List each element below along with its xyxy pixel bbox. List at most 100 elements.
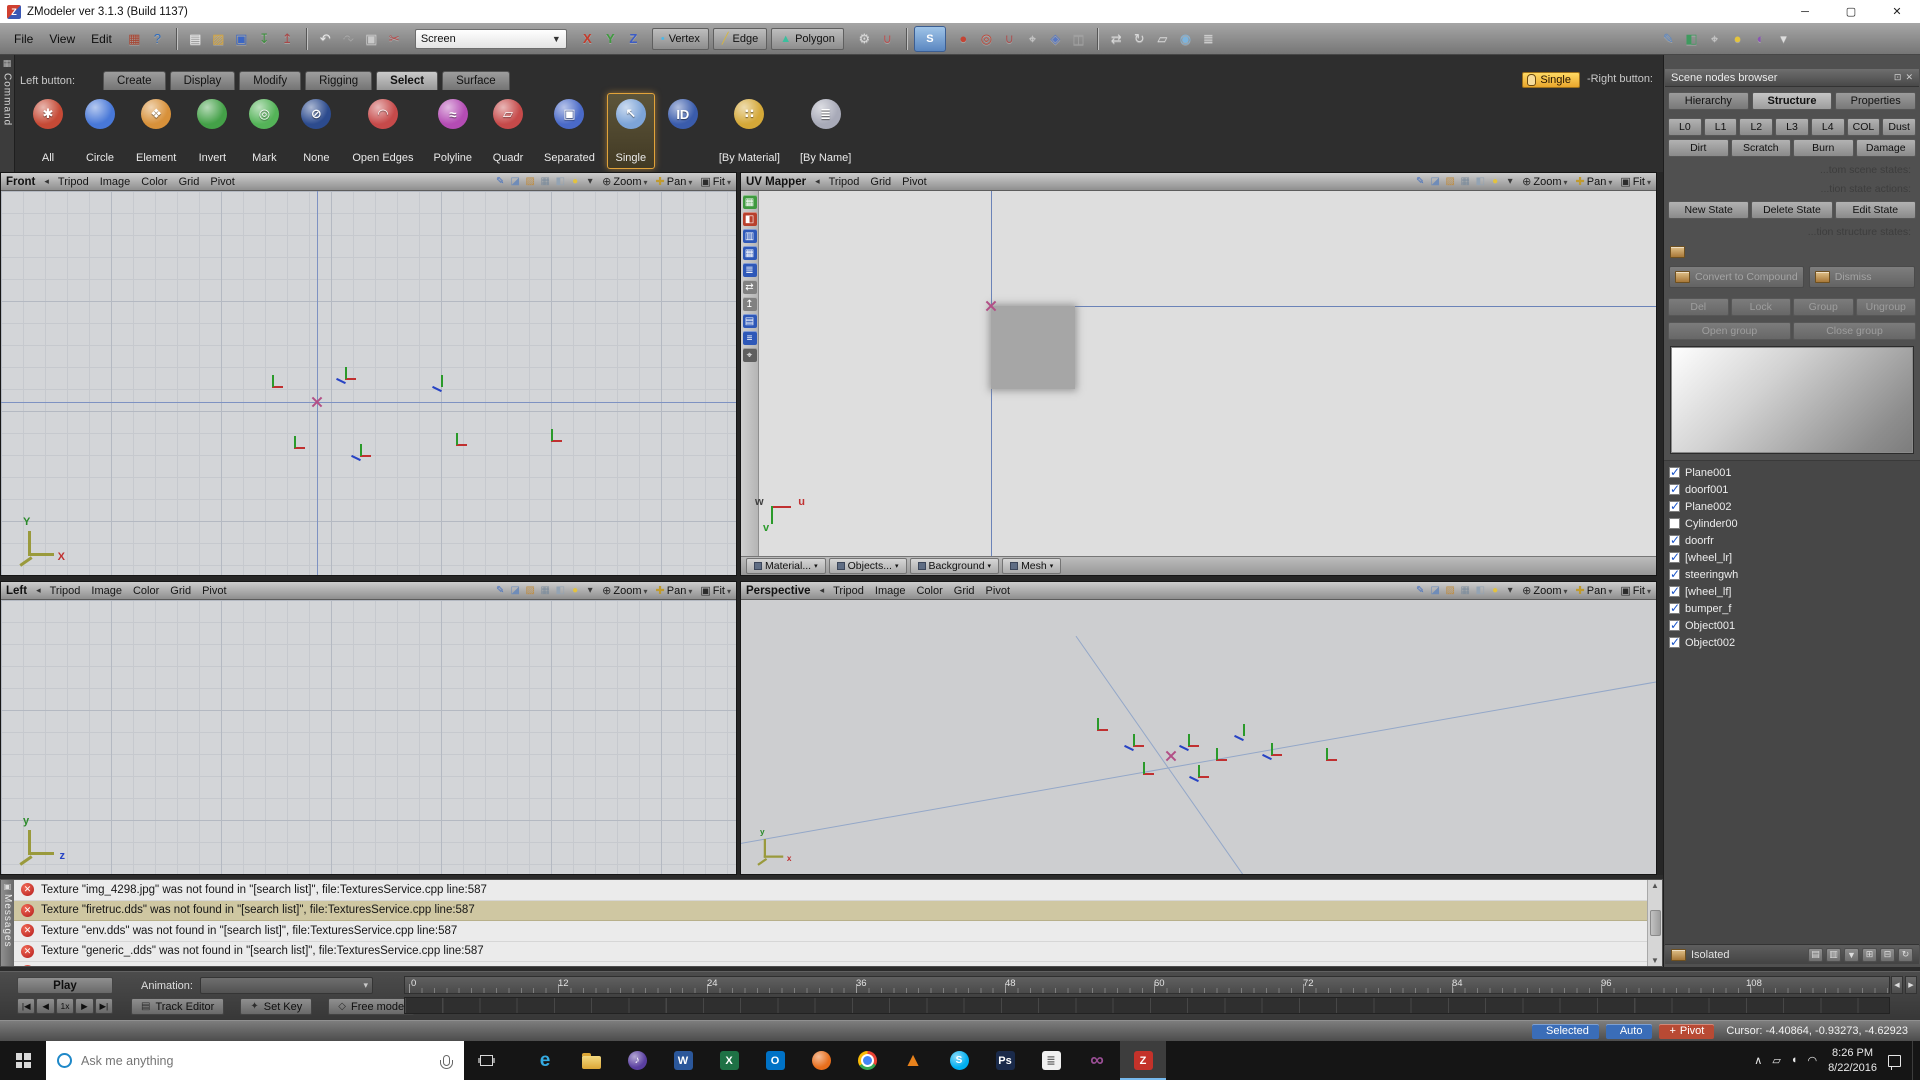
node-row[interactable]: [wheel_lr] — [1669, 549, 1915, 566]
ring-tool-icon[interactable]: ◎ — [976, 28, 997, 49]
microphone-icon[interactable] — [443, 1055, 450, 1066]
media-app-icon[interactable]: ♪ — [614, 1041, 660, 1080]
group-button[interactable]: Group — [1793, 298, 1854, 316]
lod-button[interactable]: Dust — [1882, 118, 1916, 136]
import-icon[interactable]: ↧ — [254, 28, 275, 49]
backface-icon[interactable]: ◧ — [554, 585, 566, 596]
network-icon[interactable]: ◠ — [1807, 1054, 1817, 1067]
speed-control[interactable]: ▶| — [95, 998, 113, 1014]
task-view-button[interactable] — [464, 1041, 508, 1080]
left-viewport[interactable]: Left ◂ TripodImageColorGridPivot ✎◪▨▦◧●▾… — [0, 581, 737, 875]
node-row[interactable]: doorf001 — [1669, 481, 1915, 498]
group-button[interactable]: Open group — [1668, 322, 1791, 340]
export-icon[interactable]: ↥ — [277, 28, 298, 49]
fit-icon[interactable]: ▣Fit — [1620, 584, 1651, 597]
viewport-menu-item[interactable]: Grid — [170, 585, 191, 597]
outlook-icon[interactable]: O — [752, 1041, 798, 1080]
state-button[interactable]: Delete State — [1751, 201, 1832, 219]
edge-icon[interactable]: e — [522, 1041, 568, 1080]
zoom-icon[interactable]: ⊕Zoom — [1522, 584, 1567, 597]
view-options-icon[interactable]: ▾ — [1504, 585, 1516, 596]
ribbon-button[interactable]: ▣ Separated — [536, 93, 603, 169]
node-visibility-checkbox[interactable] — [1669, 535, 1680, 546]
volume-icon[interactable]: ◖ — [1791, 1054, 1798, 1067]
viewport-menu-item[interactable]: Tripod — [833, 585, 864, 597]
target-tool-icon[interactable]: ⌖ — [1022, 28, 1043, 49]
ribbon-button[interactable]: ✱ All — [24, 93, 72, 169]
timeline-scroll-left-icon[interactable]: ◀ — [1891, 976, 1903, 994]
view-options-icon[interactable]: ▾ — [584, 585, 596, 596]
ribbon-tab[interactable]: Create — [103, 71, 166, 90]
viewport-menu-item[interactable]: Grid — [954, 585, 975, 597]
zoom-icon[interactable]: ⊕Zoom — [1522, 175, 1567, 188]
node-row[interactable]: steeringwh — [1669, 566, 1915, 583]
shaded-icon[interactable]: ◪ — [1429, 585, 1441, 596]
fill-icon[interactable]: ◧ — [1681, 28, 1702, 49]
list-icon[interactable]: ≡ — [743, 331, 757, 345]
weld-tool-icon[interactable]: ◈ — [1045, 28, 1066, 49]
material-tab-icon[interactable]: Material...▾ — [746, 558, 826, 574]
more-icon[interactable]: ▾ — [1773, 28, 1794, 49]
expand-all-icon[interactable]: ⊞ — [1862, 948, 1877, 962]
viewport-menu-item[interactable]: Tripod — [829, 176, 860, 188]
dock-icon[interactable]: ⊡ — [1894, 72, 1902, 83]
viewport-menu-item[interactable]: Image — [875, 585, 906, 597]
viewport-menu-item[interactable]: Tripod — [50, 585, 81, 597]
lod-button[interactable]: L0 — [1668, 118, 1702, 136]
render-icon[interactable]: ◐ — [1750, 28, 1771, 49]
pan-icon[interactable]: ✚Pan — [1576, 584, 1613, 597]
close-button[interactable]: ✕ — [1874, 0, 1920, 23]
viewport-menu-item[interactable]: Color — [916, 585, 942, 597]
symmetry-tool-icon[interactable]: S — [914, 26, 946, 52]
sort-type-icon[interactable]: ▥ — [1826, 948, 1841, 962]
viewport-menu-item[interactable]: Pivot — [986, 585, 1010, 597]
visual-studio-icon[interactable]: ∞ — [1074, 1041, 1120, 1080]
wireframe-icon[interactable]: ✎ — [1414, 585, 1426, 596]
play-button[interactable]: Play — [17, 977, 113, 994]
cut-icon[interactable]: ✂ — [384, 28, 405, 49]
scroll-down-icon[interactable]: ▼ — [1651, 956, 1659, 965]
ribbon-button[interactable]: Invert — [188, 93, 236, 169]
front-viewport[interactable]: Front ◂ TripodImageColorGridPivot ✎◪▨▦◧●… — [0, 172, 737, 576]
front-canvas[interactable]: Y X — [1, 191, 736, 575]
vertex-icon[interactable]: •Vertex — [652, 28, 709, 50]
perspective-viewport[interactable]: Perspective ◂ TripodImageColorGridPivot … — [740, 581, 1657, 875]
edge-icon[interactable]: ╱Edge — [713, 28, 767, 50]
ribbon-button[interactable]: ≈ Polyline — [426, 93, 481, 169]
textured-icon[interactable]: ▨ — [1444, 176, 1456, 187]
damage-button[interactable]: Scratch — [1731, 139, 1792, 157]
compound-button[interactable]: Dismiss — [1809, 266, 1915, 288]
speed-control[interactable]: ▶ — [75, 998, 93, 1014]
search-input[interactable] — [81, 1054, 434, 1068]
pick-icon[interactable]: ⌖ — [1704, 28, 1725, 49]
layout-icon[interactable]: ▦ — [124, 28, 145, 49]
uv-mapper-viewport[interactable]: UV Mapper ◂ TripodGridPivot ✎◪▨▦◧●▾ ⊕Zoo… — [740, 172, 1657, 576]
node-row[interactable]: Plane001 — [1669, 464, 1915, 481]
state-button[interactable]: New State — [1668, 201, 1749, 219]
viewport-menu-item[interactable]: Grid — [870, 176, 891, 188]
light-icon[interactable]: ● — [569, 176, 581, 187]
timeline-ruler[interactable]: 01224364860728496108 — [404, 976, 1890, 994]
message-row[interactable]: ✕ Texture "..." was not found in "[searc… — [14, 962, 1647, 966]
viewport-menu-item[interactable]: Pivot — [210, 176, 234, 188]
fit-icon[interactable]: ▣Fit — [1620, 175, 1651, 188]
node-row[interactable]: Object002 — [1669, 634, 1915, 651]
action-center-icon[interactable] — [1888, 1055, 1901, 1067]
move-v-icon[interactable]: ↥ — [743, 297, 757, 311]
eye-icon[interactable]: ◉ — [1175, 28, 1196, 49]
polygon-icon[interactable]: ▲Polygon — [771, 28, 844, 50]
show-desktop-button[interactable] — [1912, 1041, 1918, 1080]
notepad-icon[interactable]: ≣ — [1028, 1041, 1074, 1080]
message-row[interactable]: ✕ Texture "firetruc.dds" was not found i… — [14, 901, 1647, 922]
track-editor-icon[interactable]: ▤Track Editor — [131, 998, 224, 1015]
sort-name-icon[interactable]: ▤ — [1808, 948, 1823, 962]
group-button[interactable]: Ungroup — [1856, 298, 1917, 316]
scale-tool-icon[interactable]: ▱ — [1152, 28, 1173, 49]
copy-icon[interactable]: ▣ — [361, 28, 382, 49]
ribbon-button[interactable]: ∷ [By Material] — [711, 93, 788, 169]
timeline-scroll-right-icon[interactable]: ▶ — [1905, 976, 1917, 994]
state-button[interactable]: Edit State — [1835, 201, 1916, 219]
node-row[interactable]: bumper_f — [1669, 600, 1915, 617]
damage-button[interactable]: Damage — [1856, 139, 1917, 157]
zoom-icon[interactable]: ⊕Zoom — [602, 175, 647, 188]
